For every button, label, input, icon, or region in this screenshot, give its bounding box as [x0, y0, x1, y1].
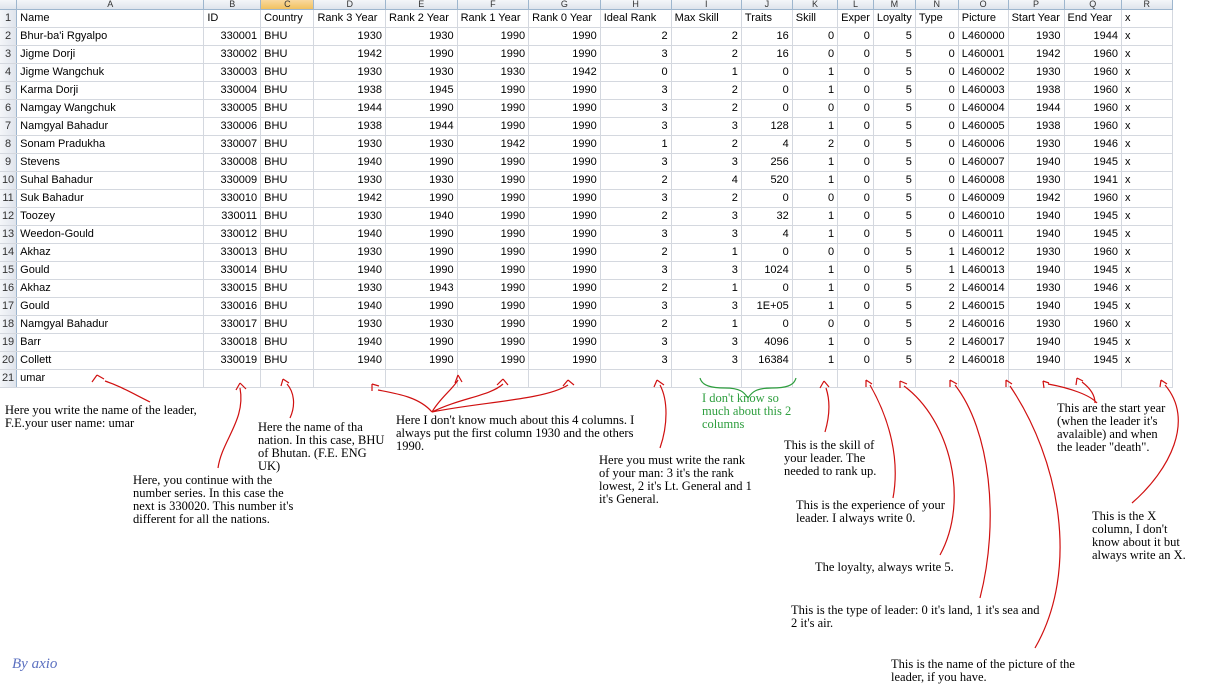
arrow-loyalty [899, 380, 955, 556]
arrow-years [1042, 377, 1098, 404]
note-type: This is the type of leader: 0 it's land,… [791, 603, 1040, 630]
note-experience: This is the experience of your leader. I… [796, 498, 945, 525]
note-name: Here you write the name of the leader, F… [5, 403, 197, 430]
note-nation: Here the name of tha nation. In this cas… [258, 420, 385, 473]
note-picture: This is the name of the picture of the l… [891, 657, 1075, 684]
note-skill: This is the skill of your leader. The ne… [784, 438, 877, 478]
arrow-skill [819, 380, 830, 433]
arrow-ideal-rank [653, 379, 667, 449]
note-years: This are the start year (when the leader… [1057, 401, 1166, 454]
note-rank-years: Here I don't know much about this 4 colu… [396, 413, 635, 453]
annotation-arrows [91, 374, 1179, 649]
note-loyalty: The loyalty, always write 5. [815, 560, 954, 574]
arrow-nation [280, 378, 295, 419]
note-x-column: This is the X column, I don't know about… [1092, 509, 1186, 562]
note-unknown-columns: I don't know so much about this 2 column… [702, 391, 792, 431]
arrow-rank-years [371, 374, 575, 413]
note-id: Here, you continue with the number serie… [133, 473, 294, 526]
arrow-name [91, 374, 151, 403]
author-signature: By axio [12, 656, 58, 672]
arrow-id [217, 382, 247, 469]
note-ideal-rank: Here you must write the rank of your man… [599, 453, 752, 506]
